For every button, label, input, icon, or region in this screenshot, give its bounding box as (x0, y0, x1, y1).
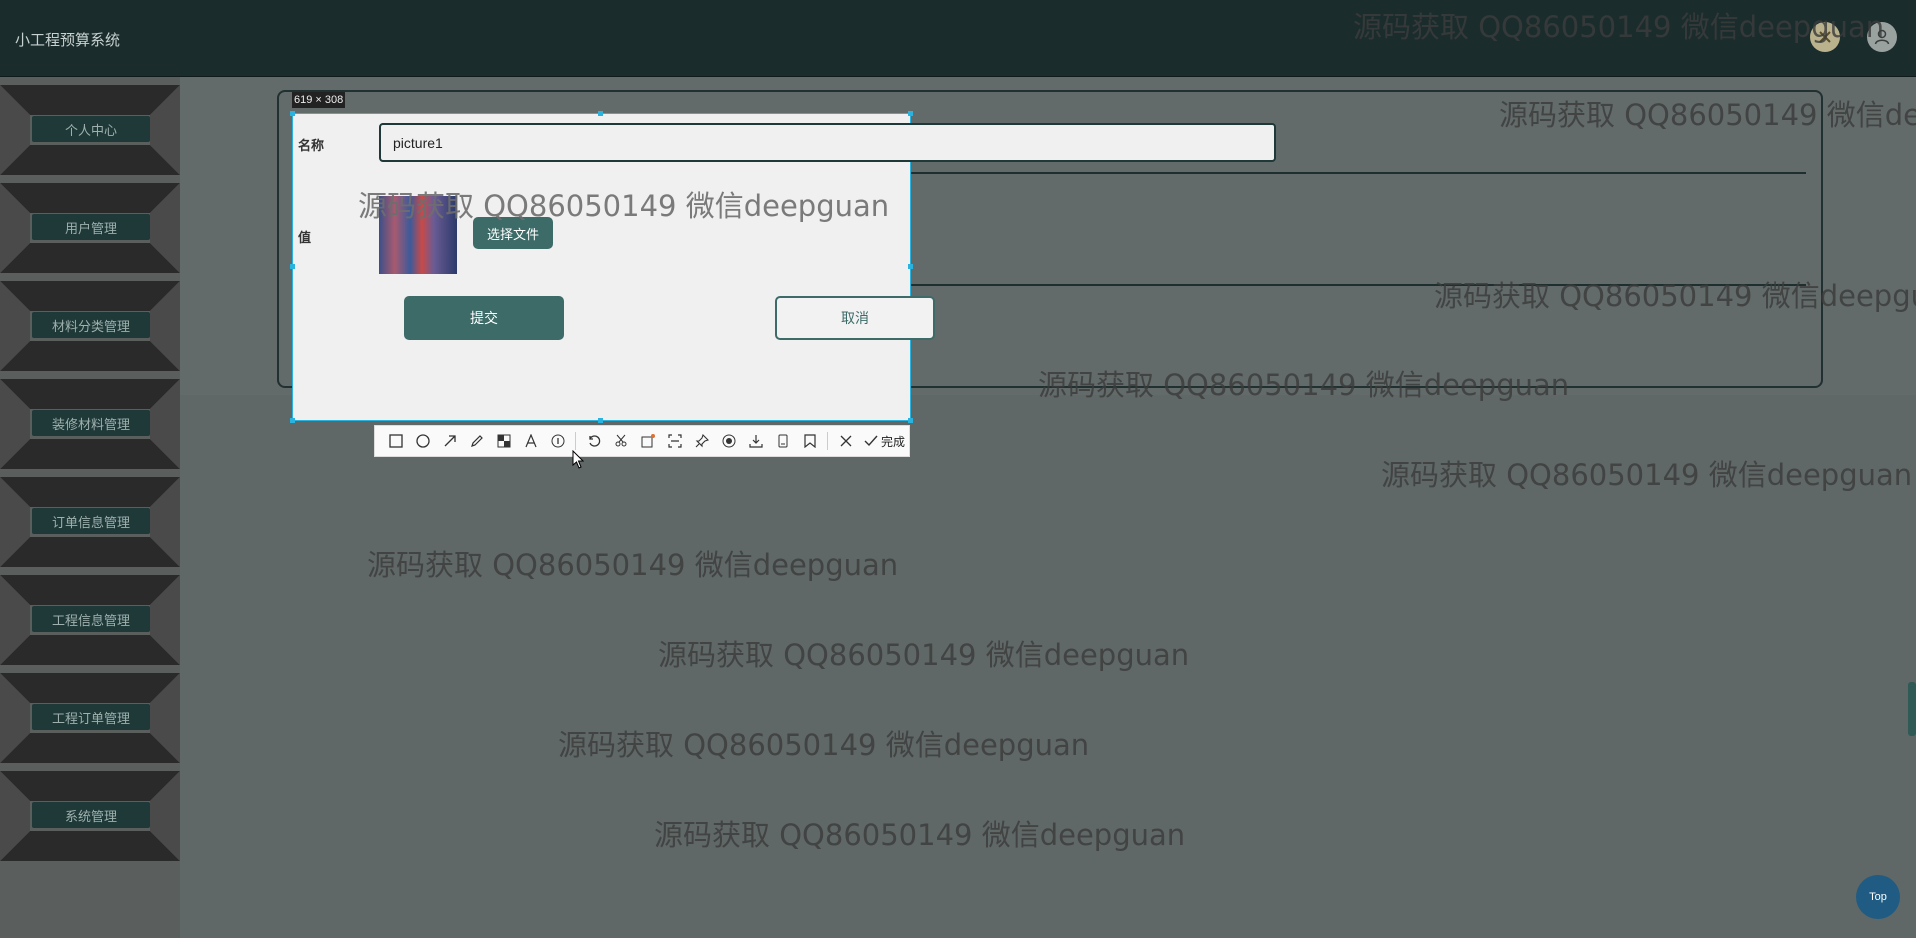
watermark-text: 源码获取 QQ86050149 微信deepguan (1038, 368, 1570, 402)
sidebar-item-system[interactable]: 系统管理 (0, 771, 180, 861)
number-icon[interactable] (545, 429, 570, 454)
sidebar-item-project-orders[interactable]: 工程订单管理 (0, 673, 180, 763)
toolbar-separator (827, 432, 828, 450)
resize-handle[interactable] (598, 111, 603, 116)
sidebar-item-material-category[interactable]: 材料分类管理 (0, 281, 180, 371)
watermark-text: 源码获取 QQ86050149 微信deepguan (558, 728, 1090, 762)
watermark-text: 源码获取 QQ86050149 微信deepguan (1499, 98, 1916, 132)
done-label: 完成 (881, 434, 906, 449)
sidebar-item-label: 个人中心 (32, 116, 150, 142)
scan-icon[interactable] (662, 429, 687, 454)
sidebar-item-profile[interactable]: 个人中心 (0, 85, 180, 175)
watermark-text: 源码获取 QQ86050149 微信deepguan (1434, 279, 1916, 313)
undo-icon[interactable] (581, 429, 606, 454)
sidebar-item-label: 装修材料管理 (32, 410, 150, 436)
sidebar-item-label: 订单信息管理 (32, 508, 150, 534)
value-label: 值 (298, 230, 312, 245)
watermark-text: 源码获取 QQ86050149 微信deepguan (1353, 10, 1885, 44)
sidebar-item-orders[interactable]: 订单信息管理 (0, 477, 180, 567)
record-icon[interactable] (716, 429, 741, 454)
pencil-icon[interactable] (464, 429, 489, 454)
side-scroll-tab[interactable] (1908, 682, 1916, 736)
selection-size-label: 619 × 308 (292, 92, 346, 108)
ellipse-icon[interactable] (410, 429, 435, 454)
bookmark-icon[interactable] (797, 429, 822, 454)
resize-handle[interactable] (290, 418, 295, 423)
crop-icon[interactable] (608, 429, 633, 454)
cancel-icon[interactable] (833, 429, 858, 454)
resize-handle[interactable] (908, 418, 913, 423)
sidebar-item-label: 用户管理 (32, 214, 150, 240)
resize-handle[interactable] (290, 264, 295, 269)
toolbar-separator (575, 432, 576, 450)
watermark-text: 源码获取 QQ86050149 微信deepguan (654, 818, 1186, 852)
sidebar-item-decoration-material[interactable]: 装修材料管理 (0, 379, 180, 469)
mouse-cursor-icon (572, 450, 584, 469)
app-title: 小工程预算系统 (15, 32, 121, 49)
watermark-text: 源码获取 QQ86050149 微信deepguan (658, 638, 1190, 672)
mosaic-icon[interactable] (491, 429, 516, 454)
resize-handle[interactable] (598, 418, 603, 423)
cancel-button[interactable]: 取消 (775, 296, 935, 340)
name-input[interactable] (379, 123, 1276, 162)
sidebar-item-users[interactable]: 用户管理 (0, 183, 180, 273)
watermark-text: 源码获取 QQ86050149 微信deepguan (367, 548, 899, 582)
arrow-icon[interactable] (437, 429, 462, 454)
back-to-top-button[interactable]: Top (1856, 875, 1900, 919)
sidebar: 个人中心 用户管理 材料分类管理 装修材料管理 订单信息管理 工程信息管理 工程… (0, 77, 180, 938)
sidebar-item-label: 工程信息管理 (32, 606, 150, 632)
resize-handle[interactable] (908, 264, 913, 269)
text-icon[interactable] (518, 429, 543, 454)
check-icon (864, 435, 878, 447)
pin-icon[interactable] (689, 429, 714, 454)
rectangle-icon[interactable] (383, 429, 408, 454)
watermark-text: 源码获取 QQ86050149 微信deepguan (1381, 458, 1913, 492)
submit-button[interactable]: 提交 (404, 296, 564, 340)
sidebar-item-label: 系统管理 (32, 802, 150, 828)
watermark-text: 源码获取 QQ86050149 微信deepguan (358, 189, 890, 223)
sidebar-item-label: 材料分类管理 (32, 312, 150, 338)
resize-handle[interactable] (908, 111, 913, 116)
sidebar-item-label: 工程订单管理 (32, 704, 150, 730)
done-button[interactable]: 完成 (864, 433, 905, 450)
resize-handle[interactable] (290, 111, 295, 116)
download-icon[interactable] (743, 429, 768, 454)
save-icon[interactable] (770, 429, 795, 454)
sidebar-item-projects[interactable]: 工程信息管理 (0, 575, 180, 665)
screenshot-toolbar: 完成 (374, 425, 910, 457)
name-label: 名称 (298, 138, 325, 153)
ocr-icon[interactable] (635, 429, 660, 454)
